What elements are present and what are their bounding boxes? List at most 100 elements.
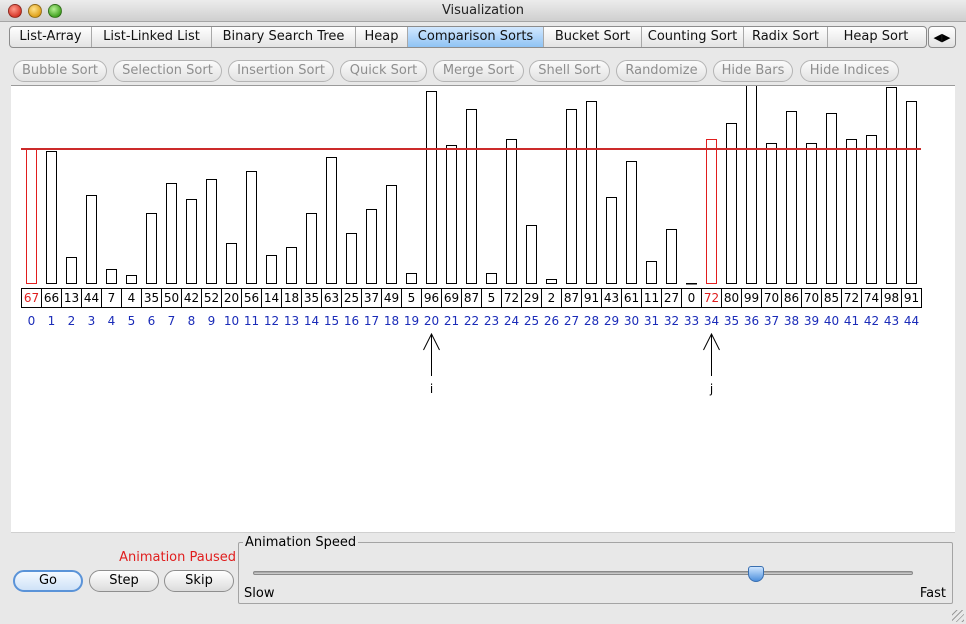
- array-bar: [206, 179, 217, 284]
- array-index: 13: [284, 314, 299, 328]
- array-bar: [366, 209, 377, 284]
- tab-counting-sort[interactable]: Counting Sort: [642, 27, 744, 47]
- array-index: 1: [48, 314, 56, 328]
- tab-comparison-sorts[interactable]: Comparison Sorts: [408, 27, 544, 47]
- array-value: 13: [64, 291, 79, 305]
- shell-sort-button[interactable]: Shell Sort: [529, 60, 610, 82]
- hide-bars-button[interactable]: Hide Bars: [713, 60, 793, 82]
- bubble-sort-button[interactable]: Bubble Sort: [13, 60, 107, 82]
- window-title: Visualization: [441, 3, 525, 18]
- tab-binary-search-tree[interactable]: Binary Search Tree: [212, 27, 356, 47]
- insertion-sort-button[interactable]: Insertion Sort: [228, 60, 334, 82]
- array-bar: [186, 199, 197, 284]
- array-index: 37: [764, 314, 779, 328]
- array-bar: [666, 229, 677, 284]
- resize-grip-icon[interactable]: [952, 610, 964, 622]
- pointer-i: i: [423, 332, 440, 396]
- array-index: 41: [844, 314, 859, 328]
- array-bar: [466, 109, 477, 284]
- array-index: 19: [404, 314, 419, 328]
- array-value: 72: [704, 291, 719, 305]
- array-value: 27: [664, 291, 679, 305]
- array-bar: [126, 275, 137, 284]
- speed-max-label: Fast: [919, 586, 946, 601]
- array-index: 38: [784, 314, 799, 328]
- array-bar: [686, 283, 697, 285]
- array-bar: [86, 195, 97, 284]
- array-index: 6: [148, 314, 156, 328]
- array-bar: [706, 139, 717, 284]
- pointer-label: j: [709, 382, 713, 396]
- array-index: 43: [884, 314, 899, 328]
- speed-slider-thumb[interactable]: [747, 566, 764, 582]
- array-index: 9: [208, 314, 216, 328]
- array-index: 10: [224, 314, 239, 328]
- go-button[interactable]: Go: [13, 570, 83, 592]
- tab-radix-sort[interactable]: Radix Sort: [744, 27, 828, 47]
- tab-scroll-control[interactable]: ◀ ▶: [928, 26, 956, 48]
- array-value: 66: [44, 291, 59, 305]
- array-value: 86: [784, 291, 799, 305]
- array-bar: [246, 171, 257, 284]
- array-index: 28: [584, 314, 599, 328]
- array-value: 4: [128, 291, 136, 305]
- array-value: 37: [364, 291, 379, 305]
- array-value: 35: [144, 291, 159, 305]
- skip-button[interactable]: Skip: [164, 570, 234, 592]
- tab-heap-sort[interactable]: Heap Sort: [828, 27, 924, 47]
- array-index: 2: [68, 314, 76, 328]
- hide-indices-button[interactable]: Hide Indices: [800, 60, 899, 82]
- array-bar: [546, 279, 557, 284]
- tab-list-array[interactable]: List-Array: [10, 27, 92, 47]
- array-index: 22: [464, 314, 479, 328]
- array-index: 8: [188, 314, 196, 328]
- tab-list-linked-list[interactable]: List-Linked List: [92, 27, 212, 47]
- array-index: 35: [724, 314, 739, 328]
- step-button[interactable]: Step: [89, 570, 159, 592]
- tab-heap[interactable]: Heap: [356, 27, 408, 47]
- array-value: 42: [184, 291, 199, 305]
- array-value: 11: [644, 291, 659, 305]
- array-value: 72: [844, 291, 859, 305]
- array-value: 61: [624, 291, 639, 305]
- array-value: 74: [864, 291, 879, 305]
- array-index: 15: [324, 314, 339, 328]
- speed-slider-track[interactable]: [253, 566, 913, 582]
- array-value: 25: [344, 291, 359, 305]
- array-index: 12: [264, 314, 279, 328]
- array-index: 14: [304, 314, 319, 328]
- array-value: 87: [564, 291, 579, 305]
- tab-bucket-sort[interactable]: Bucket Sort: [544, 27, 642, 47]
- array-bar: [506, 139, 517, 284]
- array-index: 7: [168, 314, 176, 328]
- array-bar: [526, 225, 537, 284]
- array-value: 87: [464, 291, 479, 305]
- array-bar: [646, 261, 657, 284]
- array-bar: [626, 161, 637, 284]
- array-value: 2: [548, 291, 556, 305]
- array-index: 18: [384, 314, 399, 328]
- pointer-label: i: [430, 382, 433, 396]
- triangle-left-icon[interactable]: ◀: [934, 31, 942, 44]
- array-bar: [166, 183, 177, 284]
- quick-sort-button[interactable]: Quick Sort: [340, 60, 427, 82]
- selection-sort-button[interactable]: Selection Sort: [113, 60, 222, 82]
- visualization-canvas: 67 0 66 1 13 2 44 3 7 4 4 5 35 6 50 7 42 8 52 9 20 10 56 11 14 12…: [11, 85, 955, 533]
- array-bar: [826, 113, 837, 284]
- array-bar: [426, 91, 437, 284]
- array-bar: [286, 247, 297, 284]
- array-value: 56: [244, 291, 259, 305]
- array-bar: [46, 151, 57, 284]
- array-value: 35: [304, 291, 319, 305]
- array-bar: [606, 197, 617, 284]
- array-bar: [226, 243, 237, 284]
- array-value: 91: [584, 291, 599, 305]
- triangle-right-icon[interactable]: ▶: [942, 31, 950, 44]
- array-index: 16: [344, 314, 359, 328]
- array-value: 7: [108, 291, 116, 305]
- randomize-button[interactable]: Randomize: [616, 60, 707, 82]
- array-bar: [486, 273, 497, 284]
- merge-sort-button[interactable]: Merge Sort: [433, 60, 524, 82]
- array-index: 40: [824, 314, 839, 328]
- array-bar: [886, 87, 897, 284]
